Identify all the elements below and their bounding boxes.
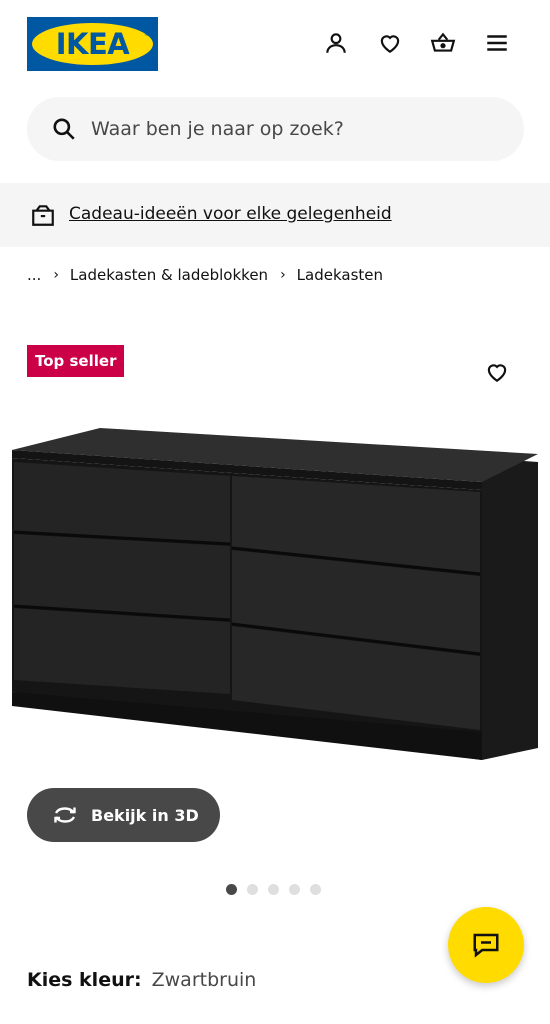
view-in-3d-button[interactable]: Bekijk in 3D — [27, 788, 220, 842]
carousel-dot-1[interactable] — [226, 884, 237, 895]
ikea-logo[interactable]: IKEA ® — [27, 17, 158, 71]
account-button[interactable] — [321, 28, 351, 58]
menu-icon — [487, 35, 507, 51]
site-header: IKEA ® — [0, 0, 550, 88]
product-image[interactable] — [8, 424, 542, 764]
gift-box-icon — [32, 205, 54, 226]
chat-bubble-icon — [473, 933, 499, 958]
search-icon — [53, 118, 75, 140]
breadcrumb-item-ladekasten-ladeblokken[interactable]: Ladekasten & ladeblokken — [70, 266, 268, 284]
carousel-dot-3[interactable] — [268, 884, 279, 895]
rotate-3d-icon — [54, 807, 76, 823]
chevron-right-icon: › — [53, 267, 59, 283]
breadcrumb: ... › Ladekasten & ladeblokken › Ladekas… — [27, 263, 383, 287]
carousel-dot-5[interactable] — [310, 884, 321, 895]
chat-button[interactable] — [448, 907, 524, 983]
add-to-favourites-button[interactable] — [481, 356, 513, 388]
color-selector[interactable]: Kies kleur: Zwartbruin — [27, 966, 256, 994]
chevron-right-icon: › — [280, 267, 286, 283]
breadcrumb-item-ladekasten[interactable]: Ladekasten — [297, 266, 383, 284]
image-carousel-dots — [226, 884, 331, 896]
top-seller-badge: Top seller — [27, 345, 125, 377]
account-icon — [326, 33, 346, 53]
favourites-button[interactable] — [375, 28, 405, 58]
logo-registered-mark: ® — [144, 31, 150, 38]
promo-banner: Cadeau-ideeën voor elke gelegenheid — [0, 183, 550, 247]
promo-link[interactable]: Cadeau-ideeën voor elke gelegenheid — [69, 183, 392, 247]
breadcrumb-ellipsis[interactable]: ... — [27, 266, 41, 284]
heart-icon — [380, 35, 400, 53]
view-in-3d-label: Bekijk in 3D — [91, 805, 199, 825]
logo-text: IKEA — [55, 27, 130, 61]
menu-button[interactable] — [482, 28, 512, 58]
basket-button[interactable] — [428, 28, 458, 58]
basket-icon — [430, 32, 456, 52]
heart-icon — [487, 364, 507, 382]
search-input[interactable] — [91, 97, 511, 161]
search-bar[interactable] — [27, 97, 524, 161]
carousel-dot-2[interactable] — [247, 884, 258, 895]
color-value: Zwartbruin — [151, 969, 257, 991]
carousel-dot-4[interactable] — [289, 884, 300, 895]
color-label: Kies kleur: — [27, 969, 142, 991]
